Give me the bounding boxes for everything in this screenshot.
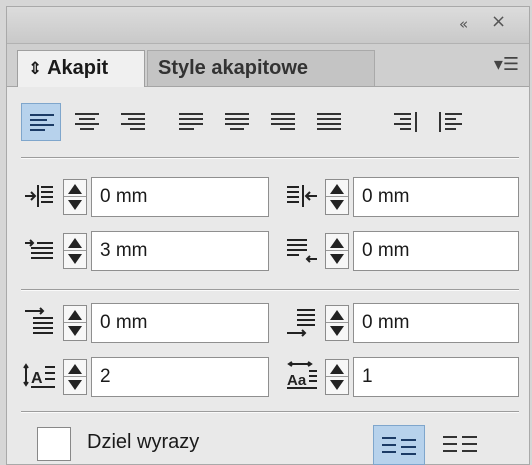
first-line-indent-row: 3 mm — [23, 229, 273, 271]
space-before-input[interactable]: 0 mm — [91, 303, 269, 343]
right-indent-row: 0 mm — [285, 175, 525, 217]
drop-cap-characters-input[interactable]: 1 — [353, 357, 519, 397]
justify-center-button[interactable] — [217, 103, 257, 141]
justify-all-icon — [317, 113, 341, 130]
hyphenate-label: Dziel wyrazy — [87, 431, 200, 453]
svg-text:A: A — [31, 370, 43, 387]
justify-left-button[interactable] — [171, 103, 211, 141]
justify-center-icon — [225, 113, 249, 130]
divider — [21, 411, 519, 413]
justify-right-icon — [271, 113, 295, 130]
panel-menu-icon[interactable]: ▾☰ — [494, 54, 519, 75]
collapse-icon[interactable]: « — [459, 15, 468, 33]
justify-left-icon — [179, 113, 203, 130]
align-to-grid-icon — [443, 436, 477, 452]
do-not-align-to-baseline-grid-button[interactable] — [373, 425, 425, 465]
right-indent-input[interactable]: 0 mm — [353, 177, 519, 217]
space-before-icon — [25, 307, 53, 334]
align-away-from-spine-icon — [439, 112, 462, 132]
justify-all-button[interactable] — [309, 103, 349, 141]
first-line-indent-icon — [25, 239, 53, 259]
right-indent-stepper[interactable] — [325, 179, 349, 215]
align-left-button[interactable] — [21, 103, 61, 141]
last-line-indent-input[interactable]: 0 mm — [353, 231, 519, 271]
align-center-icon — [75, 113, 99, 130]
drop-cap-lines-input[interactable]: 2 — [91, 357, 269, 397]
tab-style-akapitowe[interactable]: Style akapitowe — [147, 50, 375, 86]
justify-right-button[interactable] — [263, 103, 303, 141]
last-line-indent-stepper[interactable] — [325, 233, 349, 269]
first-line-indent-stepper[interactable] — [63, 233, 87, 269]
first-line-indent-input[interactable]: 3 mm — [91, 231, 269, 271]
left-indent-input[interactable]: 0 mm — [91, 177, 269, 217]
space-after-input[interactable]: 0 mm — [353, 303, 519, 343]
left-indent-icon — [25, 185, 53, 207]
panel-title-bar: « × — [7, 7, 529, 44]
divider — [21, 157, 519, 159]
space-before-stepper[interactable] — [63, 305, 87, 341]
divider — [21, 289, 519, 291]
align-center-button[interactable] — [67, 103, 107, 141]
panel-tabs: ⇕ Akapit Style akapitowe ▾☰ — [7, 44, 529, 87]
tab-akapit-label: Akapit — [47, 57, 109, 79]
align-to-baseline-grid-button[interactable] — [435, 425, 487, 465]
align-left-icon — [30, 114, 54, 131]
right-indent-icon — [287, 185, 317, 207]
drop-cap-lines-row: A 2 — [23, 355, 273, 397]
drop-cap-characters-stepper[interactable] — [325, 359, 349, 395]
hyphenate-checkbox[interactable] — [37, 427, 71, 461]
space-before-row: 0 mm — [23, 301, 273, 343]
drop-cap-characters-row: Aa 1 — [285, 355, 525, 397]
do-not-align-to-grid-icon — [382, 437, 416, 455]
drop-cap-lines-icon: A — [23, 363, 55, 388]
align-away-from-spine-button[interactable] — [431, 103, 471, 141]
drop-cap-lines-stepper[interactable] — [63, 359, 87, 395]
last-line-indent-row: 0 mm — [285, 229, 525, 271]
align-right-button[interactable] — [113, 103, 153, 141]
left-indent-stepper[interactable] — [63, 179, 87, 215]
drop-cap-characters-icon: Aa — [287, 361, 317, 389]
space-after-icon — [287, 309, 315, 337]
tab-style-akapitowe-label: Style akapitowe — [158, 57, 309, 79]
alignment-toolbar — [21, 99, 519, 151]
space-after-stepper[interactable] — [325, 305, 349, 341]
paragraph-panel: « × ⇕ Akapit Style akapitowe ▾☰ 0 mm 0 m… — [6, 6, 530, 465]
align-toward-spine-button[interactable] — [385, 103, 425, 141]
tab-toggle-icon: ⇕ — [28, 59, 43, 79]
align-right-icon — [121, 113, 145, 130]
last-line-indent-icon — [287, 239, 317, 263]
svg-text:Aa: Aa — [287, 372, 307, 389]
close-icon[interactable]: × — [491, 13, 506, 31]
left-indent-row: 0 mm — [23, 175, 273, 217]
tab-akapit[interactable]: ⇕ Akapit — [17, 50, 145, 87]
space-after-row: 0 mm — [285, 301, 525, 343]
align-toward-spine-icon — [394, 112, 417, 132]
